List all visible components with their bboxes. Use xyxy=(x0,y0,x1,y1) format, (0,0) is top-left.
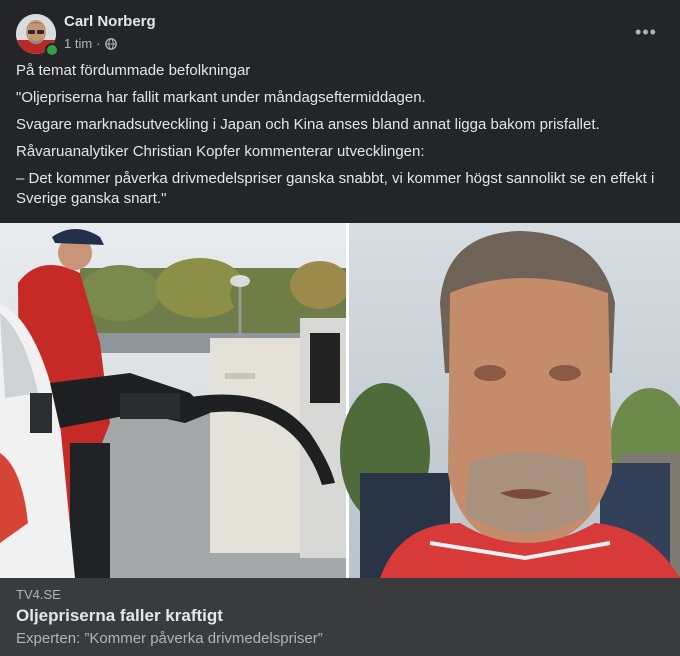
link-preview-card[interactable]: TV4.SE Oljepriserna faller kraftigt Expe… xyxy=(0,223,680,656)
online-status-dot xyxy=(45,43,59,57)
link-preview-image[interactable] xyxy=(0,223,680,578)
post-paragraph: Råvaruanalytiker Christian Kopfer kommen… xyxy=(16,143,425,160)
more-options-button[interactable]: ••• xyxy=(628,14,664,50)
link-subtitle: Experten: ”Kommer påverka drivmedelspris… xyxy=(16,630,323,647)
feed-post: Carl Norberg 1 tim · ••• På temat fördum… xyxy=(0,0,680,656)
globe-icon xyxy=(104,37,117,50)
link-domain: TV4.SE xyxy=(16,587,61,602)
post-paragraph: "Oljepriserna har fallit markant under m… xyxy=(16,89,426,106)
post-timestamp[interactable]: 1 tim xyxy=(64,36,92,51)
author-name[interactable]: Carl Norberg xyxy=(64,13,156,30)
post-paragraph: – Det kommer påverka drivmedelspriser ga… xyxy=(16,170,655,207)
post-paragraph: På temat fördummade befolkningar xyxy=(16,62,251,79)
post-header: Carl Norberg 1 tim · ••• xyxy=(16,12,664,57)
link-preview-footer[interactable]: TV4.SE Oljepriserna faller kraftigt Expe… xyxy=(0,578,680,656)
post-text: På temat fördummade befolkningar "Oljepr… xyxy=(16,61,664,216)
post-paragraph: Svagare marknadsutveckling i Japan och K… xyxy=(16,116,600,133)
link-title[interactable]: Oljepriserna faller kraftigt xyxy=(16,606,223,626)
preview-photo xyxy=(0,223,680,578)
post-meta: 1 tim · xyxy=(64,36,117,51)
meta-separator: · xyxy=(96,36,101,51)
more-options-icon: ••• xyxy=(635,21,657,42)
